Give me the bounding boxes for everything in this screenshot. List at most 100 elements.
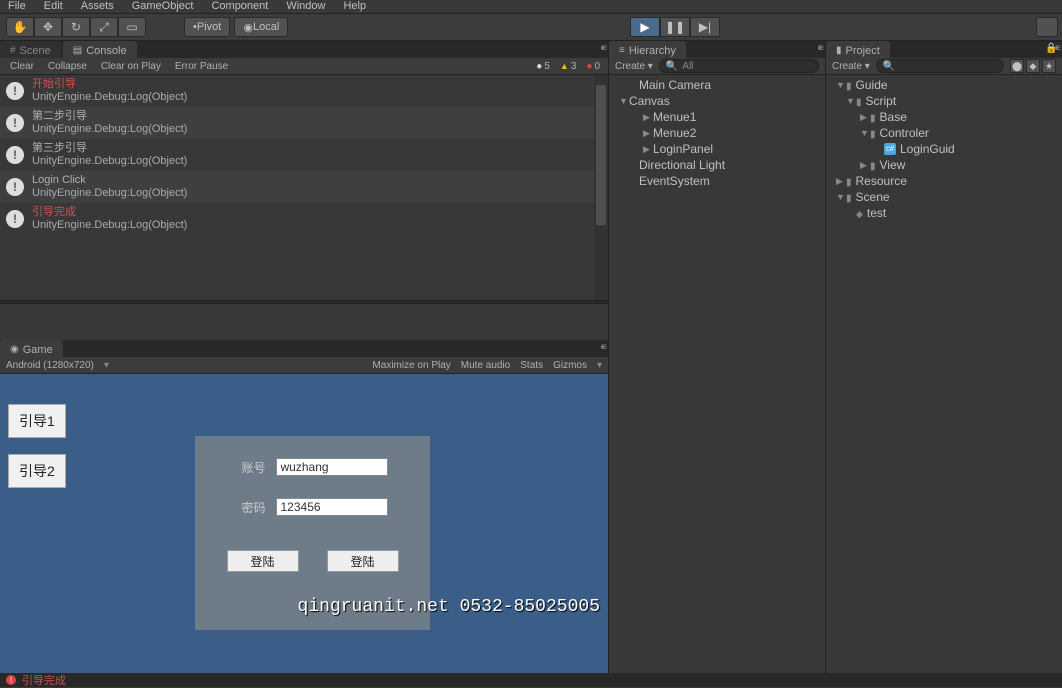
filter-icon[interactable]: ⬤ xyxy=(1010,59,1024,73)
layers-dropdown[interactable] xyxy=(1036,17,1058,37)
project-folder[interactable]: ▼Guide xyxy=(826,77,1062,93)
error-count[interactable]: 0 xyxy=(582,61,604,72)
project-folder[interactable]: ▶View xyxy=(826,157,1062,173)
log-icon: ! xyxy=(6,210,24,228)
panel-menu-icon[interactable]: 🔒 ▪≡ xyxy=(1045,43,1058,54)
hierarchy-item[interactable]: ▶LoginPanel xyxy=(609,141,825,157)
save-search-icon[interactable]: ★ xyxy=(1042,59,1056,73)
hierarchy-item[interactable]: Main Camera xyxy=(609,77,825,93)
project-folder[interactable]: ▶Base xyxy=(826,109,1062,125)
error-pause-button[interactable]: Error Pause xyxy=(169,60,234,73)
gizmos-dropdown[interactable]: Gizmos xyxy=(553,360,587,371)
console-item[interactable]: !引导完成UnityEngine.Debug:Log(Object) xyxy=(0,203,608,235)
label-icon[interactable]: ◆ xyxy=(1026,59,1040,73)
pause-button[interactable]: ❚❚ xyxy=(660,17,690,37)
guide2-button[interactable]: 引导2 xyxy=(8,454,66,488)
status-message[interactable]: 引导完成 xyxy=(22,672,66,688)
clear-button[interactable]: Clear xyxy=(4,60,40,73)
warn-count[interactable]: 3 xyxy=(556,61,580,72)
tab-console[interactable]: ▤Console xyxy=(63,41,137,58)
panel-menu-icon[interactable]: ▪≡ xyxy=(601,342,604,353)
panel-menu-icon[interactable]: ▪≡ xyxy=(818,43,821,54)
csharp-icon: c# xyxy=(884,143,896,155)
hierarchy-tab-row: ≡Hierarchy ▪≡ xyxy=(609,41,825,58)
menu-component[interactable]: Component xyxy=(211,0,268,12)
maximize-toggle[interactable]: Maximize on Play xyxy=(372,360,450,371)
username-input[interactable] xyxy=(276,458,388,476)
menu-window[interactable]: Window xyxy=(286,0,325,12)
search-icon: 🔍 xyxy=(883,61,895,72)
create-dropdown[interactable]: Create ▾ xyxy=(615,61,653,72)
tab-game[interactable]: ◉Game xyxy=(0,340,63,357)
hierarchy-item[interactable]: EventSystem xyxy=(609,173,825,189)
guide1-button[interactable]: 引导1 xyxy=(8,404,66,438)
tab-hierarchy[interactable]: ≡Hierarchy xyxy=(609,41,686,58)
create-dropdown[interactable]: Create ▾ xyxy=(832,61,870,72)
warn-icon xyxy=(560,61,569,72)
watermark: qingruanit.net 0532-85025005 xyxy=(298,597,600,617)
password-input[interactable] xyxy=(276,498,388,516)
console-tab-row: #Scene ▤Console ▪≡ xyxy=(0,41,608,58)
login-button-2[interactable]: 登陆 xyxy=(327,550,399,572)
hierarchy-item[interactable]: ▶Menue2 xyxy=(609,125,825,141)
project-file[interactable]: test xyxy=(826,205,1062,221)
error-icon: ! xyxy=(6,675,16,685)
project-tree: ▼Guide ▼Script ▶Base ▼Controler c#LoginG… xyxy=(826,75,1062,223)
console-detail xyxy=(0,304,608,340)
play-button[interactable]: ▶ xyxy=(630,17,660,37)
project-file[interactable]: c#LoginGuid xyxy=(826,141,1062,157)
mute-toggle[interactable]: Mute audio xyxy=(461,360,510,371)
hierarchy-tree: Main Camera ▼Canvas ▶Menue1 ▶Menue2 ▶Log… xyxy=(609,75,825,191)
project-folder[interactable]: ▼Controler xyxy=(826,125,1062,141)
project-icon: ▮ xyxy=(836,45,842,56)
rotate-tool[interactable]: ↻ xyxy=(62,17,90,37)
tab-scene[interactable]: #Scene xyxy=(0,41,61,58)
menu-file[interactable]: File xyxy=(8,0,26,12)
menu-assets[interactable]: Assets xyxy=(81,0,114,12)
local-toggle[interactable]: ◉ Local xyxy=(234,17,288,37)
hierarchy-search[interactable]: 🔍All xyxy=(659,59,819,73)
menu-help[interactable]: Help xyxy=(343,0,366,12)
panel-menu-icon[interactable]: ▪≡ xyxy=(601,43,604,54)
console-item[interactable]: !第二步引导UnityEngine.Debug:Log(Object) xyxy=(0,107,608,139)
collapse-button[interactable]: Collapse xyxy=(42,60,93,73)
scale-tool[interactable]: ⤢ xyxy=(90,17,118,37)
scene-file-icon xyxy=(856,206,867,220)
menu-bar: File Edit Assets GameObject Component Wi… xyxy=(0,0,1062,13)
aspect-dropdown[interactable]: Android (1280x720) xyxy=(6,360,94,371)
hierarchy-item[interactable]: ▼Canvas xyxy=(609,93,825,109)
rect-tool[interactable]: ▭ xyxy=(118,17,146,37)
stats-toggle[interactable]: Stats xyxy=(520,360,543,371)
console-item[interactable]: !第三步引导UnityEngine.Debug:Log(Object) xyxy=(0,139,608,171)
username-label: 账号 xyxy=(238,459,266,476)
status-bar: ! 引导完成 xyxy=(0,673,1062,687)
scene-icon: # xyxy=(10,45,16,56)
console-item[interactable]: !开始引导UnityEngine.Debug:Log(Object) xyxy=(0,75,608,107)
search-icon: 🔍 xyxy=(666,61,678,72)
tab-project[interactable]: ▮Project xyxy=(826,41,890,58)
hand-tool[interactable]: ✋ xyxy=(6,17,34,37)
hierarchy-icon: ≡ xyxy=(619,45,625,56)
console-item[interactable]: !Login ClickUnityEngine.Debug:Log(Object… xyxy=(0,171,608,203)
hierarchy-item[interactable]: Directional Light xyxy=(609,157,825,173)
project-folder[interactable]: ▼Script xyxy=(826,93,1062,109)
info-icon xyxy=(536,61,542,72)
project-folder[interactable]: ▶Resource xyxy=(826,173,1062,189)
clear-on-play-button[interactable]: Clear on Play xyxy=(95,60,167,73)
console-scrollbar[interactable] xyxy=(594,75,608,300)
move-tool[interactable]: ✥ xyxy=(34,17,62,37)
log-icon: ! xyxy=(6,82,24,100)
hierarchy-item[interactable]: ▶Menue1 xyxy=(609,109,825,125)
hierarchy-toolbar: Create ▾ 🔍All xyxy=(609,58,825,75)
project-folder[interactable]: ▼Scene xyxy=(826,189,1062,205)
error-icon xyxy=(586,61,592,72)
pivot-toggle[interactable]: ▪ Pivot xyxy=(184,17,230,37)
project-toolbar: Create ▾ 🔍 ⬤ ◆ ★ xyxy=(826,58,1062,75)
menu-edit[interactable]: Edit xyxy=(44,0,63,12)
menu-gameobject[interactable]: GameObject xyxy=(132,0,194,12)
login-button-1[interactable]: 登陆 xyxy=(227,550,299,572)
step-button[interactable]: ▶| xyxy=(690,17,720,37)
info-count[interactable]: 5 xyxy=(532,61,554,72)
toolbar: ✋ ✥ ↻ ⤢ ▭ ▪ Pivot ◉ Local ▶ ❚❚ ▶| xyxy=(0,13,1062,41)
project-search[interactable]: 🔍 xyxy=(876,59,1004,73)
